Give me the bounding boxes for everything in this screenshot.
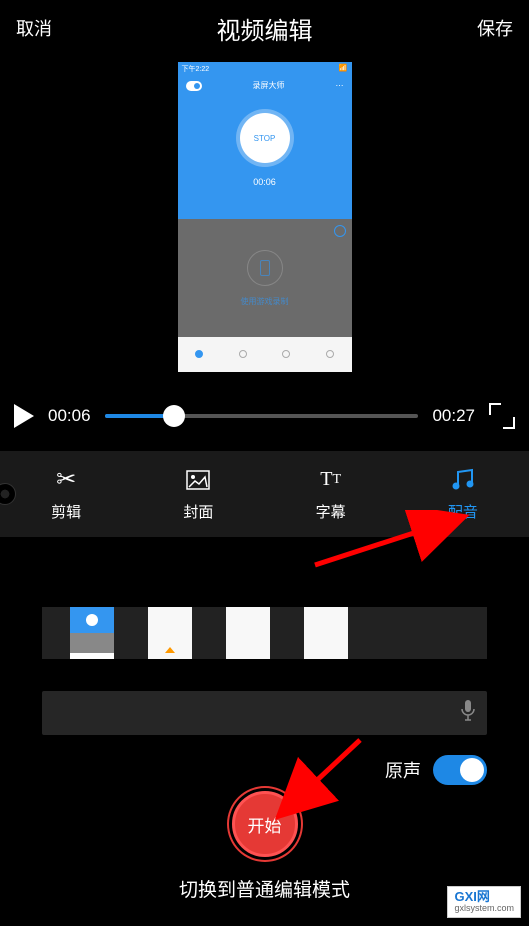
music-icon: [450, 467, 476, 493]
original-sound-label: 原声: [385, 757, 421, 783]
page-title: 视频编辑: [217, 11, 313, 46]
seek-slider[interactable]: [105, 404, 419, 428]
total-time: 00:27: [432, 406, 475, 426]
tool-tabs: ✂ 剪辑 封面 TT 字幕 配音: [0, 451, 529, 537]
thumbnail[interactable]: [226, 607, 270, 659]
image-icon: [186, 467, 210, 493]
status-icons: 📶: [339, 64, 348, 74]
phone-device-icon: [247, 250, 283, 286]
app-icons: ⋯: [336, 81, 344, 90]
thumbnail[interactable]: [148, 607, 192, 659]
start-record-button[interactable]: 开始: [232, 791, 298, 857]
filmstrip[interactable]: [42, 607, 487, 659]
thumbnail[interactable]: [70, 607, 114, 659]
video-preview: 下午2:22 📶 录屏大师 ⋯ STOP 00:06 使用游戏录制: [0, 56, 529, 381]
scissors-icon: ✂: [56, 467, 76, 493]
seek-thumb[interactable]: [163, 405, 185, 427]
save-button[interactable]: 保存: [477, 15, 513, 41]
tab-label: 剪辑: [51, 501, 81, 522]
audio-input-bar[interactable]: [42, 691, 487, 735]
tab-label: 封面: [183, 501, 213, 522]
phone-frame: 下午2:22 📶 录屏大师 ⋯ STOP 00:06 使用游戏录制: [178, 62, 352, 372]
tab-label: 字幕: [316, 501, 346, 522]
play-button[interactable]: [14, 404, 34, 428]
record-time: 00:06: [178, 177, 352, 187]
app-title: 录屏大师: [253, 80, 285, 91]
stop-button: STOP: [240, 113, 290, 163]
playback-controls: 00:06 00:27: [0, 381, 529, 451]
record-mode-label: 使用游戏录制: [241, 296, 289, 307]
thumbnail[interactable]: [304, 607, 348, 659]
tab-subtitle[interactable]: TT 字幕: [265, 451, 397, 537]
phone-bottom-nav: [178, 337, 352, 372]
microphone-icon[interactable]: [461, 699, 475, 727]
tab-cover[interactable]: 封面: [132, 451, 264, 537]
tab-audio[interactable]: 配音: [397, 451, 529, 537]
fullscreen-icon[interactable]: [489, 403, 515, 429]
current-time: 00:06: [48, 406, 91, 426]
original-sound-toggle[interactable]: [433, 755, 487, 785]
tab-label: 配音: [448, 501, 478, 522]
status-time: 下午2:22: [182, 64, 210, 74]
cancel-button[interactable]: 取消: [16, 15, 52, 41]
watermark: GXI网 gxlsystem.com: [447, 886, 521, 918]
back-pill-icon: [186, 81, 202, 91]
tab-trim[interactable]: ✂ 剪辑: [0, 451, 132, 537]
text-icon: TT: [320, 467, 341, 493]
